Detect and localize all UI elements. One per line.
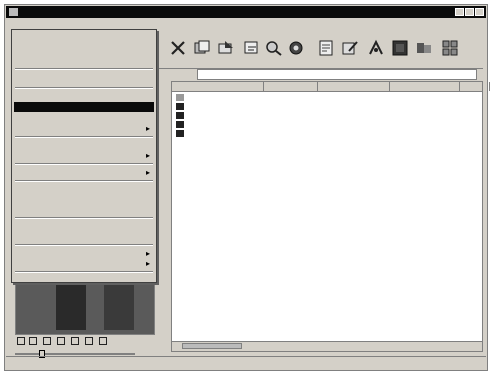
menu-item[interactable] xyxy=(14,194,154,204)
menu-separator xyxy=(15,163,153,165)
menu-item[interactable]: ▸ xyxy=(14,150,154,160)
zoom-icon[interactable] xyxy=(71,337,79,345)
menu-separator xyxy=(15,244,153,246)
list-header xyxy=(172,82,490,92)
image-file-icon xyxy=(176,121,184,128)
preview-image[interactable] xyxy=(56,280,86,330)
column-header-size[interactable] xyxy=(264,82,318,91)
app-window: ▸ ▸ ▸ ▸ ▸ xyxy=(4,4,490,371)
move-icon[interactable] xyxy=(215,37,237,59)
column-header-extra[interactable] xyxy=(460,82,490,91)
refresh-icon[interactable] xyxy=(285,37,307,59)
view-icon[interactable] xyxy=(413,37,435,59)
menu-item[interactable] xyxy=(14,140,154,150)
minimize-button[interactable] xyxy=(455,8,464,16)
preview-toolbar xyxy=(15,335,155,347)
file-list[interactable] xyxy=(171,81,490,352)
menu-separator xyxy=(15,87,153,89)
search-icon[interactable] xyxy=(263,37,285,59)
edit-icon[interactable] xyxy=(339,37,361,59)
menu-item[interactable] xyxy=(14,53,154,63)
menu-item[interactable] xyxy=(14,231,154,241)
menu-item[interactable] xyxy=(14,113,154,123)
slider-track xyxy=(15,353,135,355)
list-item[interactable] xyxy=(172,93,482,102)
menu-item[interactable] xyxy=(14,43,154,53)
rotate-right-icon[interactable] xyxy=(29,337,37,345)
copy-icon[interactable] xyxy=(191,37,213,59)
list-item[interactable] xyxy=(172,120,482,129)
menu-item[interactable]: ▸ xyxy=(14,123,154,133)
delete-icon[interactable] xyxy=(167,37,189,59)
folder-icon xyxy=(176,94,184,101)
menu-item[interactable]: ▸ xyxy=(14,248,154,258)
menu-item[interactable] xyxy=(14,184,154,194)
slideshow-icon[interactable] xyxy=(389,37,411,59)
rotate-left-icon[interactable] xyxy=(17,337,25,345)
crop-icon[interactable] xyxy=(57,337,65,345)
status-bar xyxy=(6,356,486,369)
menu-separator xyxy=(15,180,153,182)
maximize-button[interactable] xyxy=(465,8,474,16)
menu-item[interactable] xyxy=(14,72,154,82)
close-button[interactable] xyxy=(475,8,484,16)
menu-separator xyxy=(15,68,153,70)
toolbar xyxy=(155,32,483,69)
properties-icon[interactable] xyxy=(315,37,337,59)
menu-separator xyxy=(15,136,153,138)
menu-item-highlighted[interactable] xyxy=(14,102,154,112)
horizontal-scrollbar[interactable] xyxy=(172,341,482,351)
image-file-icon xyxy=(176,130,184,137)
menu-item[interactable] xyxy=(14,204,154,214)
preview-panel xyxy=(15,275,155,335)
column-header-name[interactable] xyxy=(172,82,264,91)
list-item[interactable] xyxy=(172,102,482,111)
address-input[interactable] xyxy=(197,69,477,80)
app-icon[interactable] xyxy=(9,8,18,16)
menu-item[interactable] xyxy=(14,221,154,231)
address-bar xyxy=(155,69,483,81)
image-file-icon xyxy=(176,103,184,110)
fullscreen-icon[interactable] xyxy=(99,337,107,345)
column-header-type[interactable] xyxy=(318,82,390,91)
image-file-icon xyxy=(176,112,184,119)
list-item[interactable] xyxy=(172,129,482,138)
scrollbar-thumb[interactable] xyxy=(182,343,242,349)
menu-separator xyxy=(15,271,153,273)
wallpaper-icon[interactable] xyxy=(365,37,387,59)
thumbnails-icon[interactable] xyxy=(439,37,461,59)
file-menu-dropdown: ▸ ▸ ▸ ▸ ▸ xyxy=(11,29,157,283)
menu-item[interactable] xyxy=(14,33,154,43)
menu-item[interactable]: ▸ xyxy=(14,167,154,177)
column-header-date[interactable] xyxy=(390,82,460,91)
title-bar[interactable] xyxy=(6,6,486,18)
fit-icon[interactable] xyxy=(85,337,93,345)
menu-item[interactable]: ▸ xyxy=(14,258,154,268)
menu-item[interactable] xyxy=(14,274,154,282)
preview-image[interactable] xyxy=(104,280,134,330)
list-item[interactable] xyxy=(172,111,482,120)
flip-icon[interactable] xyxy=(43,337,51,345)
rename-icon[interactable] xyxy=(241,37,263,59)
menu-separator xyxy=(15,217,153,219)
menu-item[interactable] xyxy=(14,92,154,102)
